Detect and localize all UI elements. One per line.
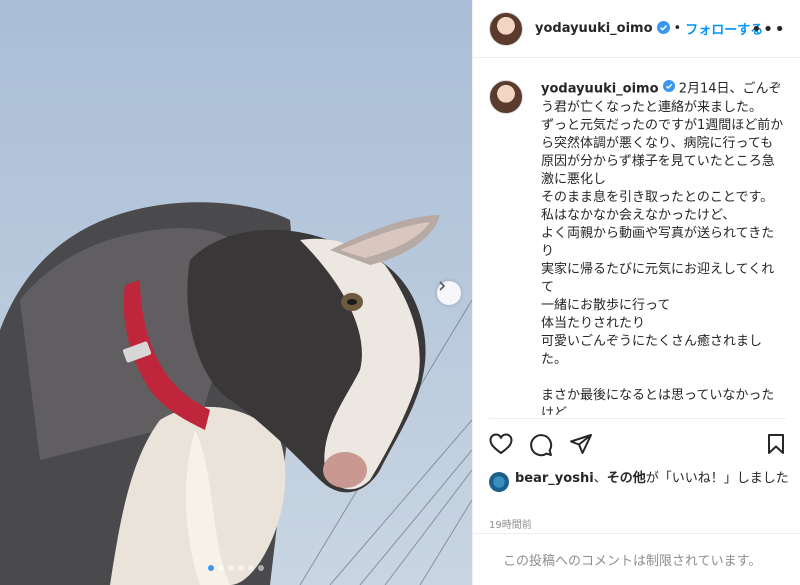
post-header: yodayuuki_oimo • フォローする ••• (473, 0, 800, 58)
carousel-indicator (0, 565, 472, 571)
carousel-dot (248, 565, 254, 571)
action-bar (489, 418, 786, 463)
likes-suffix: が「いいね！」しました (645, 471, 789, 486)
verified-badge-icon (662, 80, 675, 98)
avatar[interactable] (489, 11, 523, 46)
share-icon[interactable] (569, 433, 593, 459)
separator-dot: • (673, 21, 682, 36)
verified-badge-icon (656, 19, 670, 38)
author-username[interactable]: yodayuuki_oimo (535, 21, 653, 36)
more-icon[interactable]: ••• (751, 19, 786, 40)
caption-body: 2月14日、ごんぞう君が亡くなったと連絡が来ました。 ずっと元気だったのですが1… (541, 81, 784, 416)
post-photo[interactable] (0, 0, 472, 585)
post-side-panel: yodayuuki_oimo • フォローする ••• yodayuuki_oi… (472, 0, 800, 585)
post-timestamp[interactable]: 19時間前 (489, 516, 532, 531)
liker-username[interactable]: bear_yoshi (515, 471, 594, 486)
carousel-dot (208, 565, 214, 571)
comment-icon[interactable] (529, 433, 553, 461)
caption-username[interactable]: yodayuuki_oimo (541, 82, 659, 97)
avatar[interactable] (489, 472, 509, 492)
likes-others-link[interactable]: その他 (607, 471, 646, 486)
comment-restricted-notice: この投稿へのコメントは制限されています。 (473, 533, 800, 585)
carousel-dot (238, 565, 244, 571)
heart-icon[interactable] (489, 433, 513, 459)
carousel-dot (218, 565, 224, 571)
post-caption: yodayuuki_oimo 2月14日、ごんぞう君が亡くなったと連絡が来ました… (489, 80, 785, 415)
likes-conj: 、 (593, 471, 607, 486)
carousel-dot (228, 565, 234, 571)
goat-image (0, 202, 472, 585)
likes-summary: bear_yoshi、その他が「いいね！」しました (489, 470, 789, 492)
next-image-button[interactable] (437, 281, 461, 305)
bookmark-icon[interactable] (766, 433, 786, 459)
carousel-dot (258, 565, 264, 571)
caption-text: yodayuuki_oimo 2月14日、ごんぞう君が亡くなったと連絡が来ました… (541, 80, 785, 415)
avatar[interactable] (489, 80, 523, 114)
